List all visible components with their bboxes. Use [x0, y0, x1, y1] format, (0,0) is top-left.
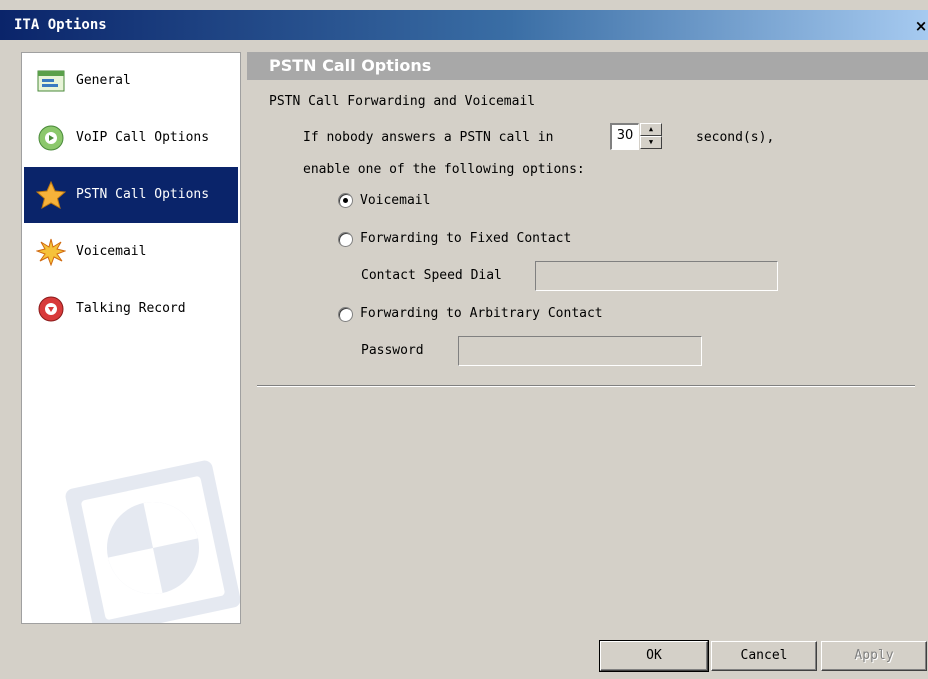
seconds-spinner[interactable]: 30 ▲ ▼: [610, 123, 662, 150]
spinner-buttons: ▲ ▼: [640, 123, 662, 149]
sidebar-item-talking-record[interactable]: Talking Record: [24, 281, 238, 337]
sidebar-item-pstn-call-options[interactable]: PSTN Call Options: [24, 167, 238, 223]
radio-selected-dot: [343, 198, 348, 203]
password-field[interactable]: [458, 336, 702, 366]
sidebar-item-label: PSTN Call Options: [76, 187, 210, 202]
contact-speed-dial-field[interactable]: [535, 261, 778, 291]
cancel-button[interactable]: Cancel: [711, 641, 817, 671]
fixed-contact-radio[interactable]: [338, 232, 353, 247]
contact-speed-dial-label: Contact Speed Dial: [361, 268, 502, 283]
fixed-contact-option-label[interactable]: Forwarding to Fixed Contact: [360, 231, 571, 246]
no-answer-label: If nobody answers a PSTN call in: [303, 130, 554, 145]
seconds-input[interactable]: 30: [610, 123, 639, 150]
apply-button[interactable]: Apply: [821, 641, 927, 671]
spinner-down-icon[interactable]: ▼: [640, 136, 662, 149]
ok-button[interactable]: OK: [599, 640, 709, 672]
close-icon[interactable]: ×: [914, 18, 928, 34]
voip-icon: [38, 125, 64, 151]
record-icon: [38, 296, 64, 322]
voicemail-radio[interactable]: [338, 193, 353, 208]
title-bar[interactable]: ITA Options ×: [0, 10, 928, 40]
voicemail-burst-icon: [36, 238, 66, 266]
sidebar-item-label: VoIP Call Options: [76, 130, 210, 145]
voicemail-option-label[interactable]: Voicemail: [360, 193, 430, 208]
seconds-unit-label: second(s),: [696, 130, 775, 145]
sidebar-item-label: General: [76, 73, 131, 88]
sidebar-item-label: Talking Record: [76, 301, 186, 316]
sidebar-item-general[interactable]: General: [24, 53, 238, 109]
password-label: Password: [361, 343, 424, 358]
sidebar-item-label: Voicemail: [76, 244, 147, 259]
options-window: ITA Options × General VoIP Call Options …: [0, 0, 928, 679]
sidebar-item-voip-call-options[interactable]: VoIP Call Options: [24, 110, 238, 166]
options-sidebar: General VoIP Call Options PSTN Call Opti…: [21, 52, 241, 624]
enable-options-label: enable one of the following options:: [303, 162, 585, 177]
window-title: ITA Options: [14, 17, 107, 33]
general-icon: [37, 70, 65, 92]
star-icon: [36, 181, 66, 209]
sidebar-item-voicemail[interactable]: Voicemail: [24, 224, 238, 280]
section-header: PSTN Call Options: [247, 52, 928, 80]
section-title: PSTN Call Options: [269, 56, 432, 75]
arbitrary-contact-option-label[interactable]: Forwarding to Arbitrary Contact: [360, 306, 603, 321]
group-title: PSTN Call Forwarding and Voicemail: [269, 94, 536, 109]
watermark-logo-icon: [65, 460, 240, 623]
section-divider: [257, 385, 915, 387]
spinner-up-icon[interactable]: ▲: [640, 123, 662, 136]
arbitrary-contact-radio[interactable]: [338, 307, 353, 322]
